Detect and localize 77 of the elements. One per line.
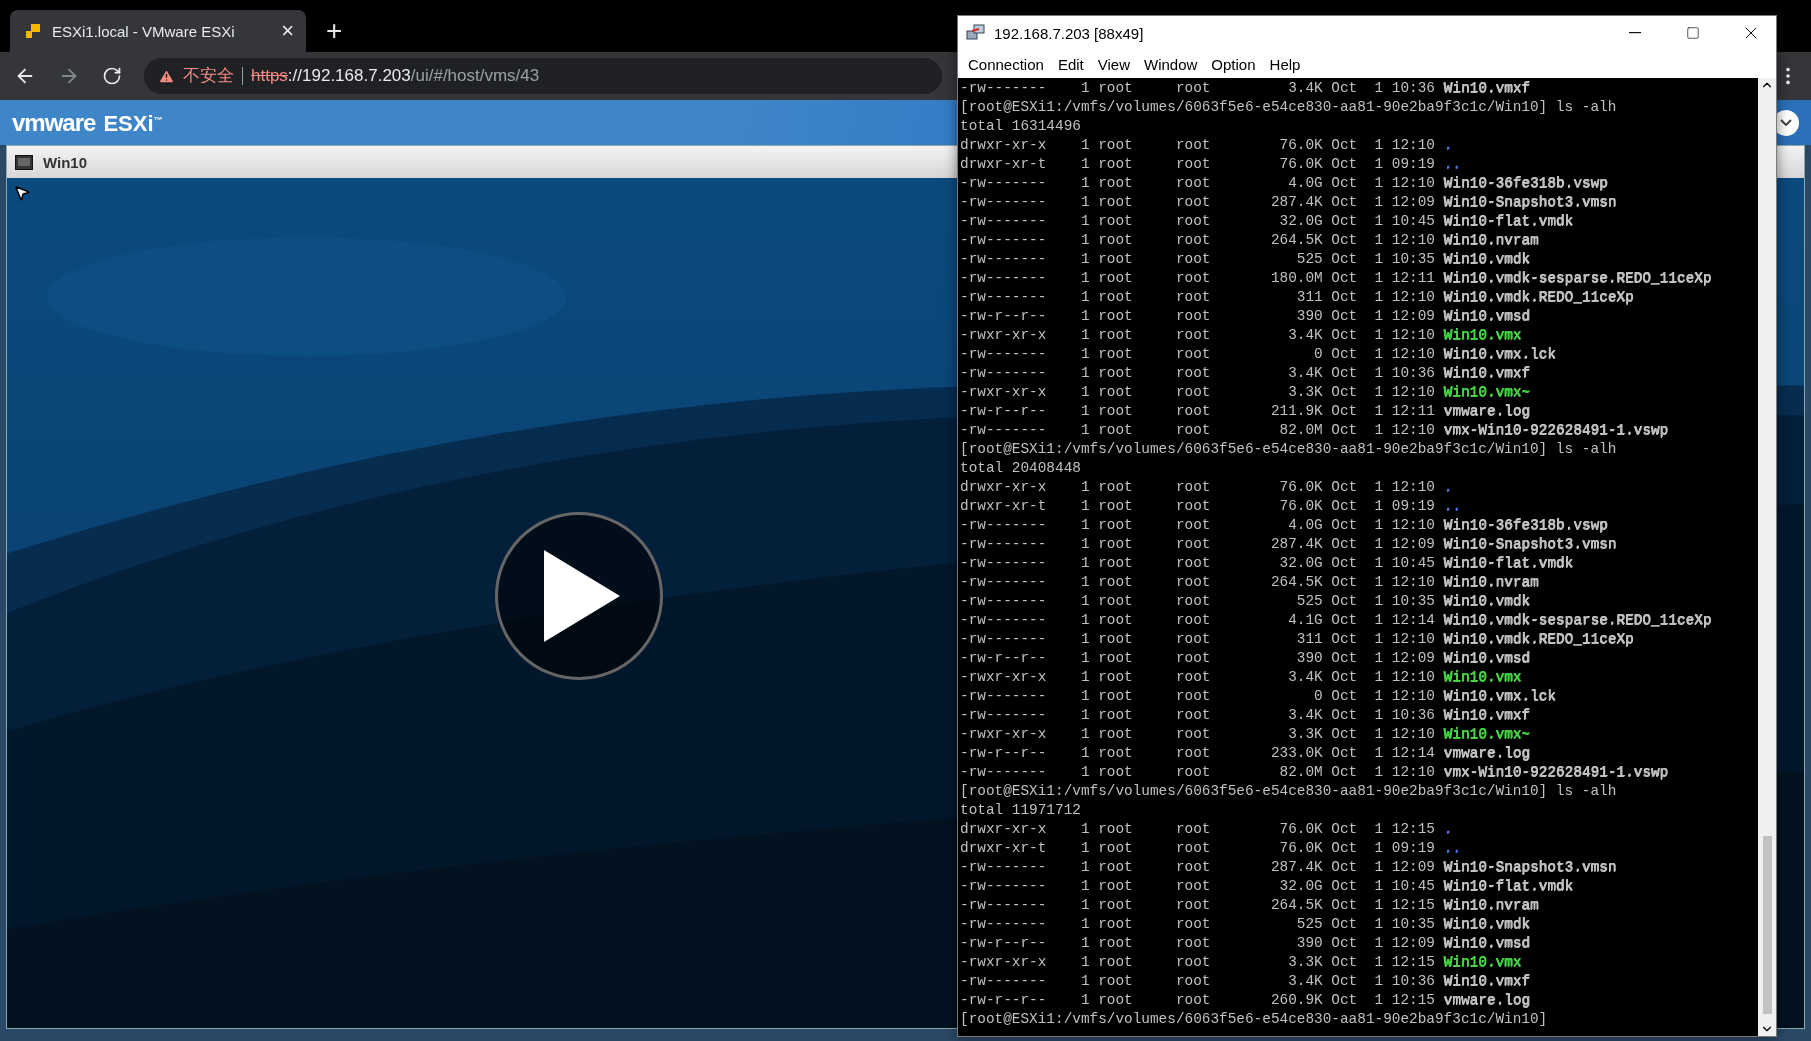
- terminal-line: -rw-r--r-- 1 root root 211.9K Oct 1 12:11 vmware.log: [960, 402, 1531, 421]
- terminal-line: -rw-r--r-- 1 root root 390 Oct 1 12:09 Win10.vmsd: [960, 307, 1531, 326]
- terminal-line: drwxr-xr-t 1 root root 76.0K Oct 1 09:19 ..: [960, 497, 1462, 516]
- terminal-line: -rw------- 1 root root 32.0G Oct 1 10:45 Win10-flat.vmdk: [960, 212, 1575, 231]
- menu-item[interactable]: Option: [1205, 55, 1262, 73]
- terminal-line: -rwxr-xr-x 1 root root 3.4K Oct 1 12:10 Win10.vmx: [960, 668, 1523, 687]
- terminal-line: drwxr-xr-x 1 root root 76.0K Oct 1 12:10 .: [960, 136, 1454, 155]
- terminal-line: drwxr-xr-t 1 root root 76.0K Oct 1 09:19 ..: [960, 839, 1462, 858]
- terminal-line: -rw------- 1 root root 4.0G Oct 1 12:10 Win10-36fe318b.vswp: [960, 174, 1609, 193]
- window-title: 192.168.7.203 [88x49]: [994, 24, 1145, 42]
- scroll-thumb[interactable]: [1762, 836, 1772, 1014]
- computers-icon: [966, 23, 986, 43]
- terminal-line: -rw------- 1 root root 287.4K Oct 1 12:09 Win10-Snapshot3.vmsn: [960, 535, 1618, 554]
- menu-item[interactable]: Help: [1263, 55, 1307, 73]
- terminal-line: -rw------- 1 root root 525 Oct 1 10:35 Win10.vmdk: [960, 250, 1531, 269]
- terminal-line: drwxr-xr-t 1 root root 76.0K Oct 1 09:19 ..: [960, 155, 1462, 174]
- terminal-line: -rw------- 1 root root 82.0M Oct 1 12:10 vmx-Win10-922628491-1.vswp: [960, 421, 1670, 440]
- terminal-line: -rw------- 1 root root 3.4K Oct 1 10:36 Win10.vmxf: [960, 79, 1531, 98]
- menu-item[interactable]: Window: [1138, 55, 1204, 73]
- warning-icon: [158, 67, 175, 85]
- new-tab-button[interactable]: +: [320, 10, 349, 52]
- prompt-line: [root@ESXi1:/vmfs/volumes/6063f5e6-e54ce830-aa81-90e2ba9f3c1c/Win10] ls -alh: [960, 440, 1618, 459]
- url-text: https://192.168.7.203/ui/#/host/vms/43: [251, 66, 540, 86]
- terminal-line: -rw-r--r-- 1 root root 390 Oct 1 12:09 Win10.vmsd: [960, 649, 1531, 668]
- terminal-line: -rw------- 1 root root 32.0G Oct 1 10:45 Win10-flat.vmdk: [960, 877, 1575, 896]
- maximize-icon: [1686, 26, 1700, 40]
- favicon-icon: [26, 24, 40, 38]
- logo: vmware ESXi$^{™}$: [12, 108, 163, 137]
- cursor-icon: [13, 184, 31, 202]
- menu-item[interactable]: View: [1091, 55, 1136, 73]
- terminal-line: -rw------- 1 root root 32.0G Oct 1 10:45 Win10-flat.vmdk: [960, 554, 1575, 573]
- terminal-line: -rw-r--r-- 1 root root 233.0K Oct 1 12:14 vmware.log: [960, 744, 1531, 763]
- menu-item[interactable]: Connection: [962, 55, 1050, 73]
- terminal-line: -rw------- 1 root root 4.1G Oct 1 12:14 Win10.vmdk-sesparse.REDO_11ceXp: [960, 611, 1713, 630]
- chevron-down-icon: [1780, 119, 1792, 126]
- terminal-line: -rw------- 1 root root 3.4K Oct 1 10:36 Win10.vmxf: [960, 706, 1531, 725]
- terminal-line: -rw------- 1 root root 525 Oct 1 10:35 Win10.vmdk: [960, 915, 1531, 934]
- terminal-line: -rw------- 1 root root 525 Oct 1 10:35 Win10.vmdk: [960, 592, 1531, 611]
- scrollbar[interactable]: [1758, 78, 1776, 1036]
- minimize-icon: [1629, 32, 1641, 34]
- terminal-line: -rw------- 1 root root 264.5K Oct 1 12:10 Win10.nvram: [960, 573, 1540, 592]
- terminal-line: -rw------- 1 root root 0 Oct 1 12:10 Win10.vmx.lck: [960, 687, 1557, 706]
- terminal-line: -rw------- 1 root root 264.5K Oct 1 12:10 Win10.nvram: [960, 231, 1540, 250]
- browser-tab[interactable]: ESXi1.local - VMware ESXi ×: [10, 10, 306, 52]
- address-bar[interactable]: 不安全 https://192.168.7.203/ui/#/host/vms/43: [144, 58, 942, 94]
- terminal-line: -rw------- 1 root root 311 Oct 1 12:10 Win10.vmdk.REDO_11ceXp: [960, 288, 1635, 307]
- terminal-line: -rw------- 1 root root 311 Oct 1 12:10 Win10.vmdk.REDO_11ceXp: [960, 630, 1635, 649]
- terminal-line: -rw------- 1 root root 3.4K Oct 1 10:36 Win10.vmxf: [960, 972, 1531, 991]
- monitor-icon: [15, 154, 33, 170]
- terminal-line: -rwxr-xr-x 1 root root 3.3K Oct 1 12:10 Win10.vmx~: [960, 725, 1531, 744]
- prompt-line: [root@ESXi1:/vmfs/volumes/6063f5e6-e54ce830-aa81-90e2ba9f3c1c/Win10] ls -alh: [960, 98, 1618, 117]
- terminal-line: -rw------- 1 root root 287.4K Oct 1 12:09 Win10-Snapshot3.vmsn: [960, 193, 1618, 212]
- terminal-line: -rwxr-xr-x 1 root root 3.4K Oct 1 12:10 Win10.vmx: [960, 326, 1523, 345]
- reload-icon[interactable]: [102, 66, 122, 86]
- console-title: Win10: [43, 153, 88, 171]
- terminal-line: -rw-r--r-- 1 root root 390 Oct 1 12:09 Win10.vmsd: [960, 934, 1531, 953]
- terminal-line: -rw------- 1 root root 0 Oct 1 12:10 Win10.vmx.lck: [960, 345, 1557, 364]
- terminal-line: -rw------- 1 root root 4.0G Oct 1 12:10 Win10-36fe318b.vswp: [960, 516, 1609, 535]
- terminal-line: total 16314496: [960, 117, 1082, 136]
- terminal-line: -rw------- 1 root root 287.4K Oct 1 12:09 Win10-Snapshot3.vmsn: [960, 858, 1618, 877]
- terminal-line: -rw------- 1 root root 264.5K Oct 1 12:15 Win10.nvram: [960, 896, 1540, 915]
- terminal-line: drwxr-xr-x 1 root root 76.0K Oct 1 12:10 .: [960, 478, 1454, 497]
- terminal-line: -rw------- 1 root root 3.4K Oct 1 10:36 Win10.vmxf: [960, 364, 1531, 383]
- prompt-line: [root@ESXi1:/vmfs/volumes/6063f5e6-e54ce830-aa81-90e2ba9f3c1c/Win10]: [960, 1010, 1549, 1029]
- terminal-line: total 11971712: [960, 801, 1082, 820]
- menu-item[interactable]: Edit: [1051, 55, 1090, 73]
- terminal-line: total 20408448: [960, 459, 1082, 478]
- terminal-line: -rw------- 1 root root 82.0M Oct 1 12:10 vmx-Win10-922628491-1.vswp: [960, 763, 1670, 782]
- security-label: 不安全: [183, 67, 243, 85]
- prompt-line: [root@ESXi1:/vmfs/volumes/6063f5e6-e54ce830-aa81-90e2ba9f3c1c/Win10] ls -alh: [960, 782, 1618, 801]
- terminal-line: -rwxr-xr-x 1 root root 3.3K Oct 1 12:15 Win10.vmx: [960, 953, 1523, 972]
- terminal-line: -rw------- 1 root root 180.0M Oct 1 12:11 Win10.vmdk-sesparse.REDO_11ceXp: [960, 269, 1713, 288]
- terminal-line: -rw-r--r-- 1 root root 260.9K Oct 1 12:15 vmware.log: [960, 991, 1531, 1010]
- close-button[interactable]: ×: [281, 20, 294, 42]
- terminal-line: drwxr-xr-x 1 root root 76.0K Oct 1 12:15 .: [960, 820, 1454, 839]
- terminal-line: -rwxr-xr-x 1 root root 3.3K Oct 1 12:10 Win10.vmx~: [960, 383, 1531, 402]
- tab-title: ESXi1.local - VMware ESXi: [52, 22, 236, 40]
